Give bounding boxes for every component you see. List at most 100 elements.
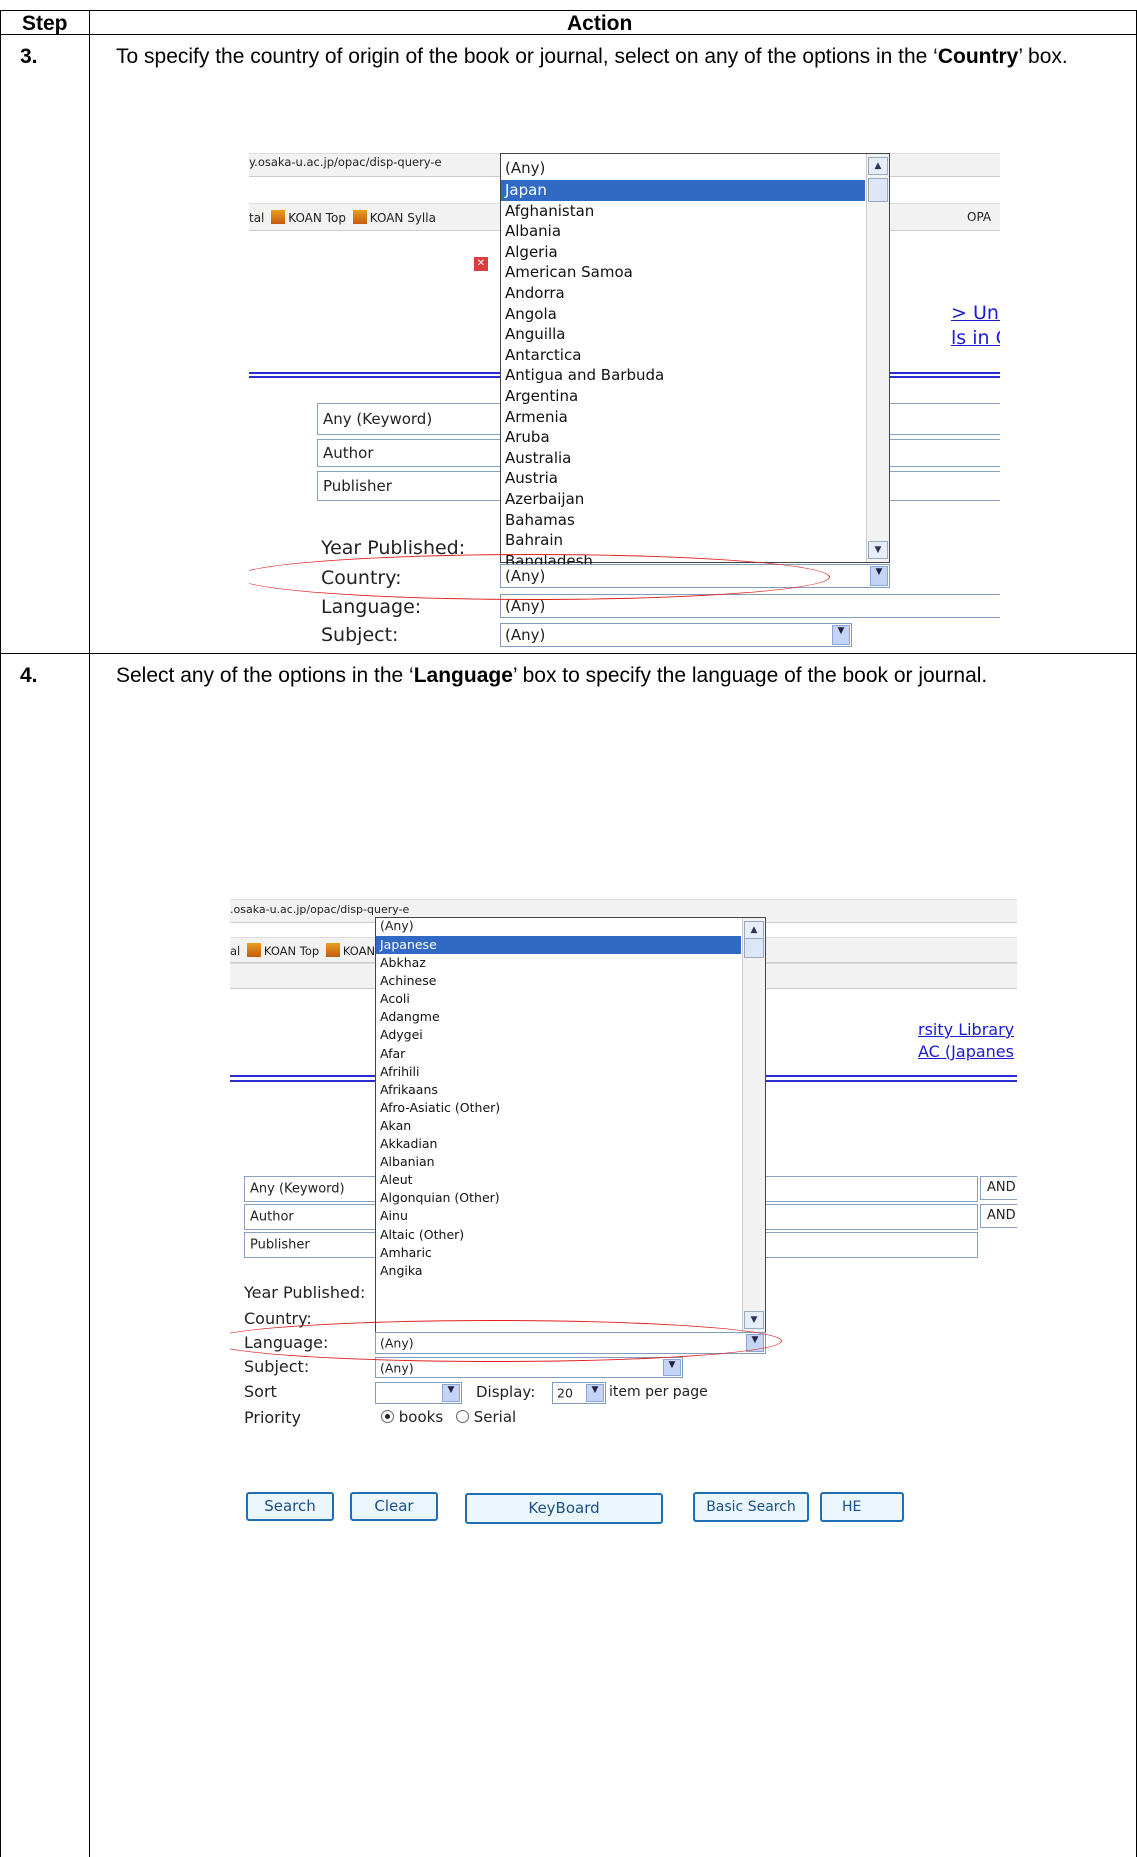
dropdown-option[interactable]: Abkhaz [376, 954, 741, 972]
clear-button[interactable]: Clear [350, 1492, 438, 1521]
bookmark-item[interactable]: KOAN Top [264, 944, 319, 958]
bookmark-item[interactable]: tal [249, 211, 264, 225]
scroll-up-icon[interactable]: ▲ [744, 921, 764, 939]
dropdown-option[interactable]: Afar [376, 1045, 741, 1063]
step-keyword: Country [937, 45, 1019, 68]
subject-label: Subject: [244, 1357, 310, 1376]
step-text: Select any of the options in the ‘Langua… [116, 659, 1126, 692]
dropdown-option[interactable]: Acoli [376, 990, 741, 1008]
dropdown-any-option[interactable]: (Any) [501, 159, 865, 179]
dropdown-option[interactable]: Bahrain [501, 530, 865, 551]
help-button[interactable]: HE [820, 1492, 904, 1522]
search-button[interactable]: Search [246, 1492, 334, 1521]
country-dropdown-list[interactable]: (Any) Japan Afghanistan Albania Algeria Amer… [500, 153, 890, 570]
dropdown-option[interactable]: Akkadian [376, 1135, 741, 1153]
koan-icon [352, 210, 367, 224]
chevron-down-icon[interactable]: ▼ [870, 566, 888, 586]
dropdown-option[interactable]: Japan [501, 180, 865, 201]
dropdown-option[interactable]: Adangme [376, 1008, 741, 1026]
scroll-thumb[interactable] [868, 178, 888, 202]
header-step: Step [22, 12, 68, 35]
step-number: 3. [20, 45, 38, 68]
dropdown-option[interactable]: Afghanistan [501, 201, 865, 222]
dropdown-option[interactable]: Angika [376, 1262, 741, 1280]
dropdown-option[interactable]: Armenia [501, 407, 865, 428]
dropdown-option[interactable]: Anguilla [501, 324, 865, 345]
keyboard-button[interactable]: KeyBoard [465, 1493, 663, 1524]
dropdown-option[interactable]: Afrihili [376, 1063, 741, 1081]
highlight-oval [230, 1320, 782, 1362]
books-radio-label: books [398, 1408, 444, 1426]
dropdown-option[interactable]: Azerbaijan [501, 489, 865, 510]
bookmark-item[interactable]: KOAN Sylla [370, 211, 436, 225]
dropdown-option[interactable]: Algonquian (Other) [376, 1189, 741, 1207]
chevron-down-icon[interactable]: ▼ [586, 1384, 604, 1402]
step-text: To specify the country of origin of the … [116, 40, 1126, 73]
dropdown-option[interactable]: Angola [501, 304, 865, 325]
language-dropdown-list[interactable]: (Any) Japanese Abkhaz Achinese Acoli Adangme… [375, 917, 766, 1333]
field-label: Any (Keyword) [250, 1181, 345, 1197]
dropdown-option[interactable]: American Samoa [501, 262, 865, 283]
dropdown-option[interactable]: Bahamas [501, 510, 865, 531]
priority-label: Priority [244, 1408, 301, 1427]
dropdown-option[interactable]: Altaic (Other) [376, 1226, 741, 1244]
boolean-select[interactable]: AND [980, 1204, 1017, 1228]
dropdown-option[interactable]: Amharic [376, 1244, 741, 1262]
scroll-thumb[interactable] [744, 938, 764, 958]
language-options[interactable]: Japanese Abkhaz Achinese Acoli Adangme Adygei… [376, 936, 741, 1280]
breadcrumb-link[interactable]: AC (Japanes [918, 1042, 1014, 1061]
dropdown-option[interactable]: Algeria [501, 242, 865, 263]
serial-radio[interactable] [455, 1410, 469, 1423]
scroll-down-icon[interactable]: ▼ [744, 1311, 764, 1329]
dropdown-scrollbar[interactable]: ▲ ▼ [866, 154, 889, 562]
dropdown-option[interactable]: Albanian [376, 1153, 741, 1171]
dropdown-option[interactable]: Andorra [501, 283, 865, 304]
country-dropdown-screenshot: y.osaka-u.ac.jp/opac/disp-query-e tal KO… [249, 153, 1000, 653]
dropdown-option[interactable]: Ainu [376, 1207, 741, 1225]
field-label: Author [323, 444, 374, 462]
breadcrumb-link[interactable]: > Uni [951, 302, 1000, 324]
dropdown-option[interactable]: Argentina [501, 386, 865, 407]
dropdown-option[interactable]: Aruba [501, 427, 865, 448]
chevron-down-icon[interactable]: ▼ [663, 1359, 681, 1376]
dropdown-option[interactable]: Austria [501, 468, 865, 489]
scroll-up-icon[interactable]: ▲ [868, 157, 888, 175]
breadcrumb-link[interactable]: rsity Library [918, 1020, 1014, 1039]
bookmark-item[interactable]: KOAN Top [288, 211, 346, 225]
dropdown-option[interactable]: Antarctica [501, 345, 865, 366]
subject-select[interactable]: (Any) ▼ [500, 623, 852, 647]
sort-select[interactable]: ▼ [375, 1382, 462, 1404]
display-label: Display: [476, 1383, 536, 1401]
bookmark-opac[interactable]: OPA [967, 210, 991, 224]
boolean-select[interactable]: AND [980, 1176, 1017, 1200]
priority-options: books Serial [381, 1408, 516, 1426]
display-select-value: 20 [557, 1385, 573, 1401]
dropdown-option[interactable]: Antigua and Barbuda [501, 365, 865, 386]
dropdown-option[interactable]: Akan [376, 1117, 741, 1135]
step-text-part: To specify the country of origin of the … [116, 45, 938, 68]
bookmark-item[interactable]: al [230, 944, 240, 958]
close-icon[interactable]: ✕ [474, 257, 488, 271]
year-label: Year Published: [244, 1283, 366, 1302]
books-radio[interactable] [381, 1410, 394, 1423]
subject-select-value: (Any) [505, 626, 546, 644]
dropdown-option[interactable]: Afrikaans [376, 1081, 741, 1099]
scroll-down-icon[interactable]: ▼ [868, 541, 888, 559]
dropdown-option[interactable]: Aleut [376, 1171, 741, 1189]
dropdown-option[interactable]: Afro-Asiatic (Other) [376, 1099, 741, 1117]
dropdown-option[interactable]: Achinese [376, 972, 741, 990]
dropdown-option[interactable]: Albania [501, 221, 865, 242]
dropdown-option[interactable]: Australia [501, 448, 865, 469]
basic-search-button[interactable]: Basic Search [693, 1492, 809, 1522]
dropdown-any-option[interactable]: (Any) [376, 918, 741, 936]
subject-select-value: (Any) [380, 1360, 414, 1375]
dropdown-option[interactable]: Adygei [376, 1026, 741, 1044]
chevron-down-icon[interactable]: ▼ [832, 625, 850, 645]
chevron-down-icon[interactable]: ▼ [442, 1384, 460, 1402]
dropdown-scrollbar[interactable]: ▲ ▼ [742, 918, 765, 1332]
breadcrumb-link[interactable]: ls in C [951, 327, 1000, 349]
country-options[interactable]: Japan Afghanistan Albania Algeria American S… [501, 180, 865, 571]
koan-icon [246, 943, 261, 957]
dropdown-option[interactable]: Japanese [376, 936, 741, 955]
display-select[interactable]: 20 ▼ [552, 1382, 606, 1404]
